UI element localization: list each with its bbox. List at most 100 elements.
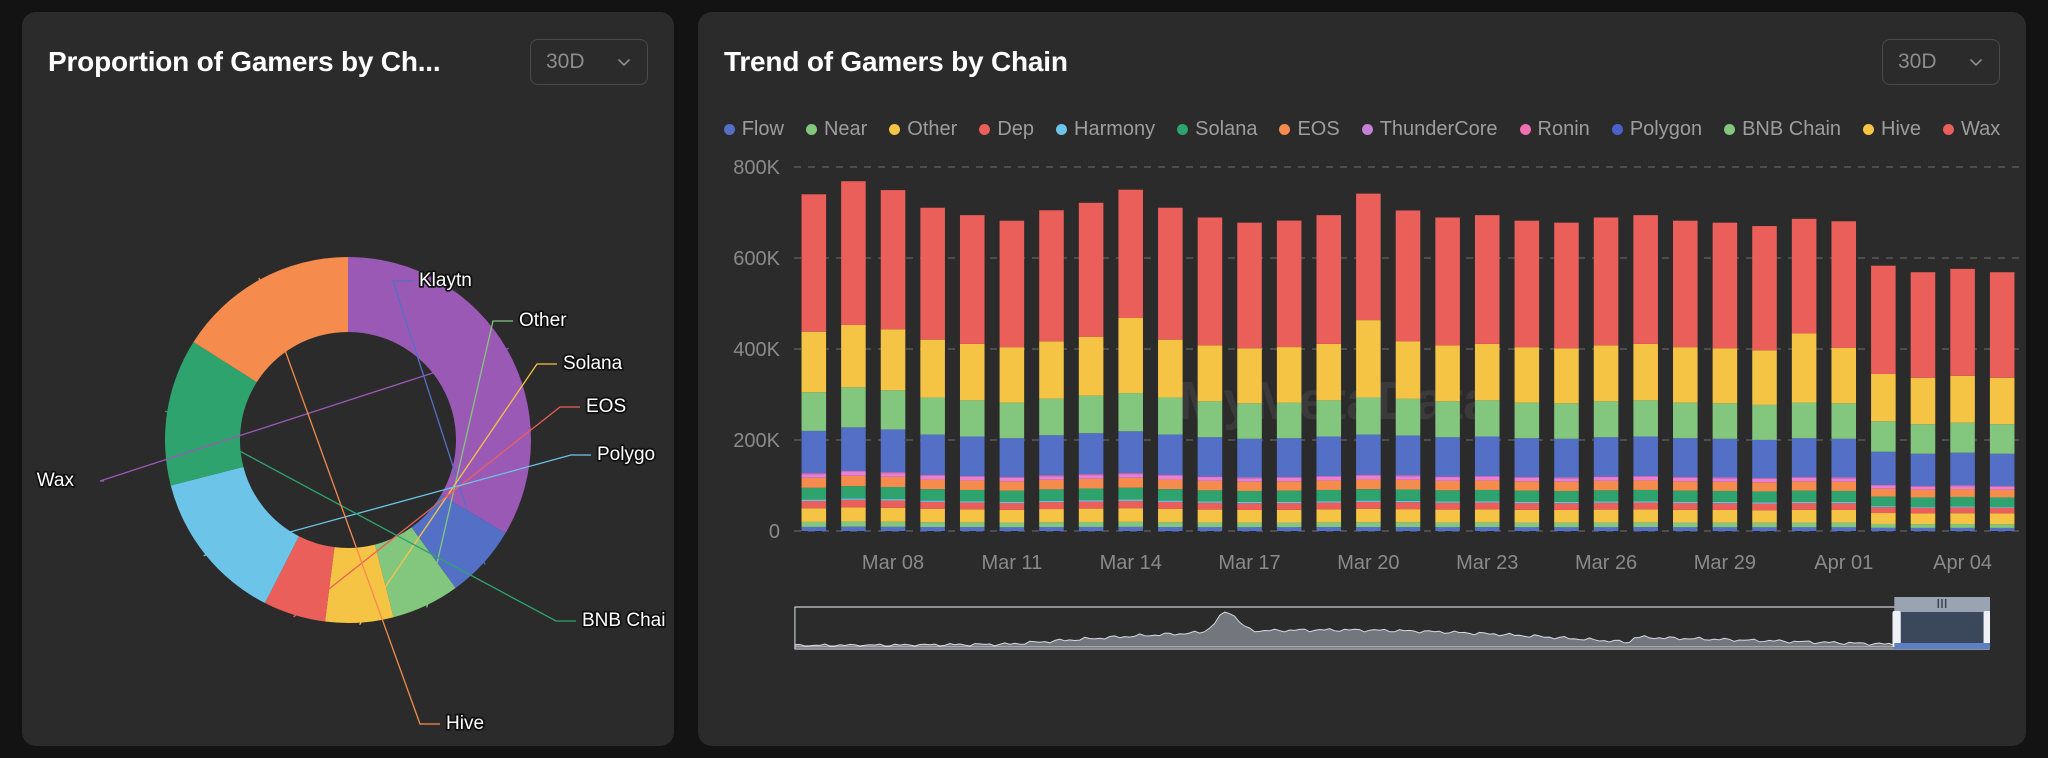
bar-segment-eos[interactable]	[1474, 480, 1500, 490]
bar-segment-polygon[interactable]	[920, 434, 945, 476]
bar-segment-bnb-chain[interactable]	[1950, 422, 1975, 453]
bar-segment-hive[interactable]	[1910, 377, 1936, 425]
bar-segment-near[interactable]	[1356, 522, 1381, 527]
bar-segment-thundercore[interactable]	[801, 474, 827, 478]
bar-segment-flow[interactable]	[801, 526, 827, 531]
bar-segment-flow[interactable]	[1474, 527, 1500, 531]
bar-segment-near[interactable]	[1950, 524, 1975, 528]
bar-stack[interactable]	[959, 215, 985, 531]
bar-segment-harmony[interactable]	[1514, 501, 1540, 503]
bar-segment-flow[interactable]	[999, 527, 1025, 531]
bar-segment-harmony[interactable]	[880, 499, 906, 501]
bar-segment-thundercore[interactable]	[1791, 477, 1817, 482]
bar-segment-polygon[interactable]	[1910, 453, 1936, 487]
bar-segment-ronin[interactable]	[1554, 477, 1579, 479]
bar-segment-flow[interactable]	[1078, 526, 1104, 531]
bar-segment-solana[interactable]	[959, 489, 985, 502]
bar-segment-ronin[interactable]	[1791, 477, 1817, 478]
bar-segment-flow[interactable]	[1712, 527, 1738, 531]
brush-selection[interactable]	[1892, 595, 1992, 649]
bar-segment-wax[interactable]	[1276, 220, 1302, 348]
bar-segment-bnb-chain[interactable]	[1514, 402, 1540, 439]
bar-segment-eos[interactable]	[1118, 477, 1143, 488]
legend-item-solana[interactable]: Solana	[1177, 118, 1257, 141]
bar-segment-ronin[interactable]	[959, 476, 985, 477]
bar-segment-flow[interactable]	[1039, 527, 1064, 531]
bar-segment-bnb-chain[interactable]	[1871, 421, 1896, 452]
bar-segment-polygon[interactable]	[1356, 434, 1381, 476]
bar-segment-wax[interactable]	[1395, 210, 1421, 342]
bar-segment-polygon[interactable]	[1514, 438, 1540, 478]
bar-segment-near[interactable]	[1989, 524, 2015, 528]
bar-segment-bnb-chain[interactable]	[1791, 402, 1817, 439]
bar-segment-other[interactable]	[1989, 513, 2015, 525]
bar-segment-bnb-chain[interactable]	[1356, 397, 1381, 435]
bar-segment-flow[interactable]	[920, 526, 945, 531]
bar-segment-hive[interactable]	[1276, 347, 1302, 403]
bar-segment-hive[interactable]	[1752, 350, 1777, 405]
bar-segment-thundercore[interactable]	[1752, 478, 1777, 483]
bar-segment-dep[interactable]	[1633, 502, 1658, 510]
bar-segment-solana[interactable]	[1871, 496, 1896, 507]
bar-segment-wax[interactable]	[1158, 207, 1183, 340]
bar-segment-bnb-chain[interactable]	[880, 390, 906, 430]
bar-segment-near[interactable]	[1831, 522, 1857, 528]
bar-stack[interactable]	[1395, 210, 1421, 531]
bar-segment-ronin[interactable]	[1316, 476, 1342, 477]
bar-segment-thundercore[interactable]	[1950, 486, 1975, 490]
bar-segment-other[interactable]	[999, 509, 1025, 523]
brush-handle-left[interactable]	[1892, 611, 1901, 647]
bar-segment-harmony[interactable]	[1356, 500, 1381, 502]
bar-segment-hive[interactable]	[1316, 343, 1342, 401]
bar-segment-harmony[interactable]	[1197, 501, 1223, 503]
bar-segment-near[interactable]	[1871, 523, 1896, 528]
bar-segment-polygon[interactable]	[1118, 431, 1143, 474]
bar-segment-wax[interactable]	[1078, 202, 1104, 338]
bar-segment-polygon[interactable]	[1831, 438, 1857, 478]
bar-segment-other[interactable]	[1435, 509, 1460, 523]
bar-segment-dep[interactable]	[1831, 503, 1857, 510]
bar-segment-ronin[interactable]	[1752, 478, 1777, 479]
bar-stack[interactable]	[1435, 217, 1460, 531]
bar-segment-dep[interactable]	[1514, 502, 1540, 510]
bar-segment-hive[interactable]	[1514, 347, 1540, 403]
bar-segment-thundercore[interactable]	[1989, 486, 2015, 490]
bar-segment-bnb-chain[interactable]	[1435, 401, 1460, 438]
bar-segment-eos[interactable]	[1197, 480, 1223, 491]
bar-segment-dep[interactable]	[801, 500, 827, 509]
bar-segment-near[interactable]	[1316, 522, 1342, 528]
bar-segment-polygon[interactable]	[880, 429, 906, 473]
bar-segment-dep[interactable]	[1474, 502, 1500, 510]
bar-segment-ronin[interactable]	[1356, 475, 1381, 476]
bar-segment-dep[interactable]	[1593, 502, 1619, 510]
bar-segment-eos[interactable]	[1554, 481, 1579, 491]
bar-segment-wax[interactable]	[1831, 221, 1857, 348]
bar-segment-ronin[interactable]	[999, 477, 1025, 478]
bar-segment-thundercore[interactable]	[1831, 478, 1857, 482]
bar-segment-thundercore[interactable]	[880, 473, 906, 477]
bar-segment-hive[interactable]	[1039, 341, 1064, 399]
bar-segment-thundercore[interactable]	[841, 471, 866, 476]
bar-segment-solana[interactable]	[1831, 490, 1857, 502]
bar-segment-ronin[interactable]	[1950, 485, 1975, 487]
bar-segment-flow[interactable]	[880, 526, 906, 531]
bar-stack[interactable]	[801, 194, 827, 531]
bar-segment-harmony[interactable]	[1831, 501, 1857, 504]
bar-segment-near[interactable]	[1395, 522, 1421, 528]
bar-segment-harmony[interactable]	[1910, 506, 1936, 508]
bar-segment-harmony[interactable]	[1276, 501, 1302, 503]
bar-segment-other[interactable]	[801, 508, 827, 522]
bar-segment-bnb-chain[interactable]	[1474, 400, 1500, 437]
legend-item-eos[interactable]: EOS	[1279, 118, 1340, 141]
bar-segment-thundercore[interactable]	[1356, 475, 1381, 480]
bar-segment-polygon[interactable]	[1593, 437, 1619, 477]
bar-segment-flow[interactable]	[1831, 527, 1857, 531]
bar-segment-thundercore[interactable]	[1197, 477, 1223, 481]
bar-segment-eos[interactable]	[841, 475, 866, 487]
bar-segment-harmony[interactable]	[1316, 501, 1342, 503]
bar-segment-other[interactable]	[1197, 509, 1223, 523]
bar-segment-wax[interactable]	[920, 207, 945, 340]
bar-segment-hive[interactable]	[1871, 373, 1896, 422]
bar-segment-thundercore[interactable]	[1871, 485, 1896, 489]
bar-segment-near[interactable]	[1910, 524, 1936, 528]
